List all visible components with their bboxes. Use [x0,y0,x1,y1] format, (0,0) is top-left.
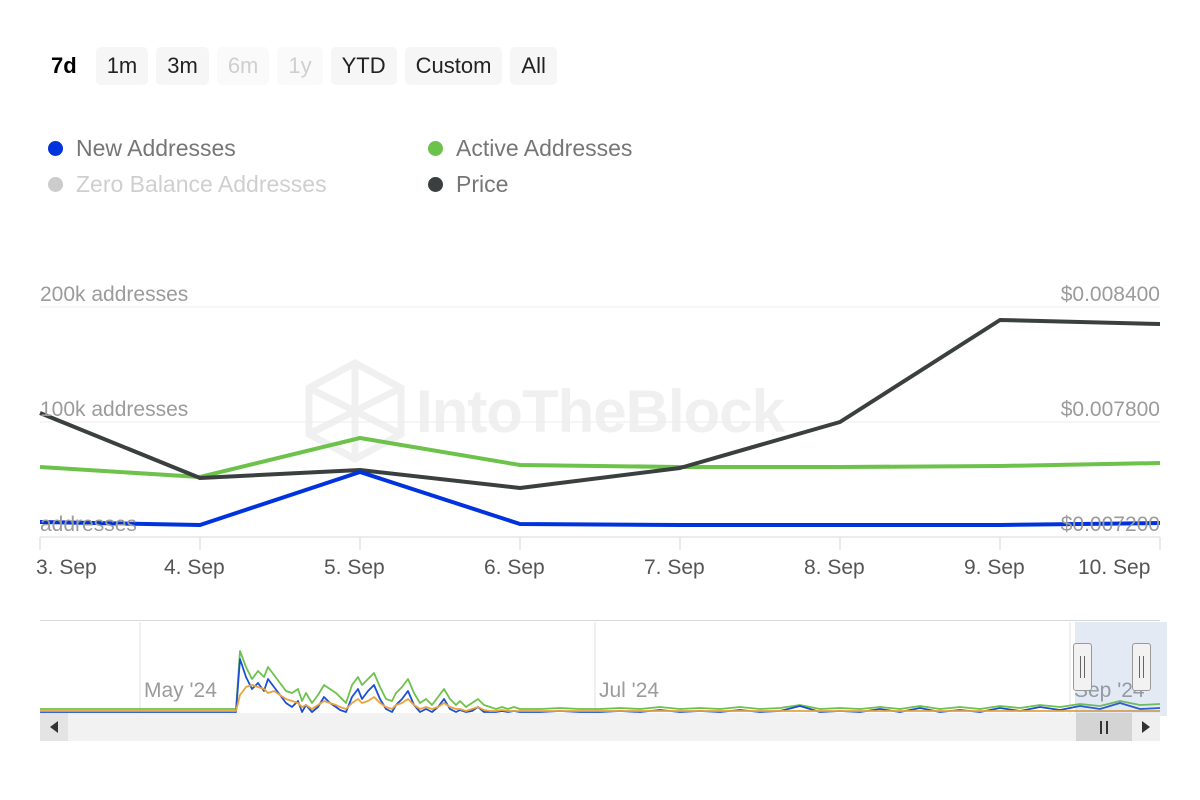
arrow-right-icon [1142,721,1150,733]
range-button-all[interactable]: All [510,47,557,85]
range-button-1y: 1y [277,47,323,85]
y-axis-right-label-7800: $0.007800 [1060,398,1160,421]
scrollbar-thumb[interactable] [1076,713,1132,741]
grip-icon [1100,720,1108,734]
x-axis-tick-4-sep: 4. Sep [164,556,225,579]
navigator-handle-left[interactable] [1073,643,1092,691]
chart-navigator[interactable]: May '24 Jul '24 Sep '24 [40,620,1167,716]
range-button-ytd[interactable]: YTD [330,47,397,85]
x-axis-tick-5-sep: 5. Sep [324,556,385,579]
chart-x-ticks [39,537,1161,550]
legend-label-price: Price [456,170,509,197]
x-axis-tick-7-sep: 7. Sep [644,556,705,579]
range-button-3m[interactable]: 3m [156,47,209,85]
legend-label-new-addresses: New Addresses [76,134,236,161]
main-chart[interactable]: 200k addresses 100k addresses addresses … [0,250,1200,595]
navigator-handle-right[interactable] [1132,643,1151,691]
chart-gridlines [40,306,1160,538]
legend-item-price[interactable]: Price [428,166,808,202]
legend-item-zero-balance-addresses[interactable]: Zero Balance Addresses [48,166,428,202]
chart-legend: New Addresses Active Addresses Zero Bala… [48,130,808,202]
x-axis-tick-10-sep: 10. Sep [1078,556,1151,579]
x-axis-tick-8-sep: 8. Sep [804,556,865,579]
series-line-active-addresses [39,436,1161,479]
x-axis-tick-3-sep: 3. Sep [36,556,97,579]
legend-marker-zero-balance-addresses [48,176,63,192]
legend-marker-price [428,176,443,192]
navigator-svg [40,622,1160,714]
range-button-7d[interactable]: 7d [40,47,88,85]
legend-marker-active-addresses [428,140,443,156]
scroll-right-button[interactable] [1132,713,1160,741]
legend-item-active-addresses[interactable]: Active Addresses [428,130,808,166]
legend-item-new-addresses[interactable]: New Addresses [48,130,428,166]
navigator-series-new-addresses [40,658,1160,713]
x-axis-tick-6-sep: 6. Sep [484,556,545,579]
navigator-series-active-addresses [40,650,1160,710]
y-axis-right-label-7200: $0.007200 [1060,513,1160,536]
series-line-price [39,318,1161,490]
x-axis-tick-9-sep: 9. Sep [964,556,1025,579]
navigator-scrollbar[interactable] [40,713,1160,741]
arrow-left-icon [50,721,58,733]
legend-marker-new-addresses [48,140,63,156]
legend-label-zero-balance-addresses: Zero Balance Addresses [76,170,327,197]
scroll-left-button[interactable] [40,713,68,741]
range-button-1m[interactable]: 1m [95,47,149,85]
range-selector: 7d 1m 3m 6m 1y YTD Custom All [40,44,557,88]
y-axis-left-label-100k: 100k addresses [40,398,189,421]
range-button-6m: 6m [216,47,270,85]
y-axis-left-label-zero: addresses [40,513,137,536]
legend-label-active-addresses: Active Addresses [456,134,633,161]
y-axis-left-label-200k: 200k addresses [40,283,189,306]
y-axis-right-label-8400: $0.008400 [1060,283,1160,306]
range-button-custom[interactable]: Custom [404,47,503,85]
